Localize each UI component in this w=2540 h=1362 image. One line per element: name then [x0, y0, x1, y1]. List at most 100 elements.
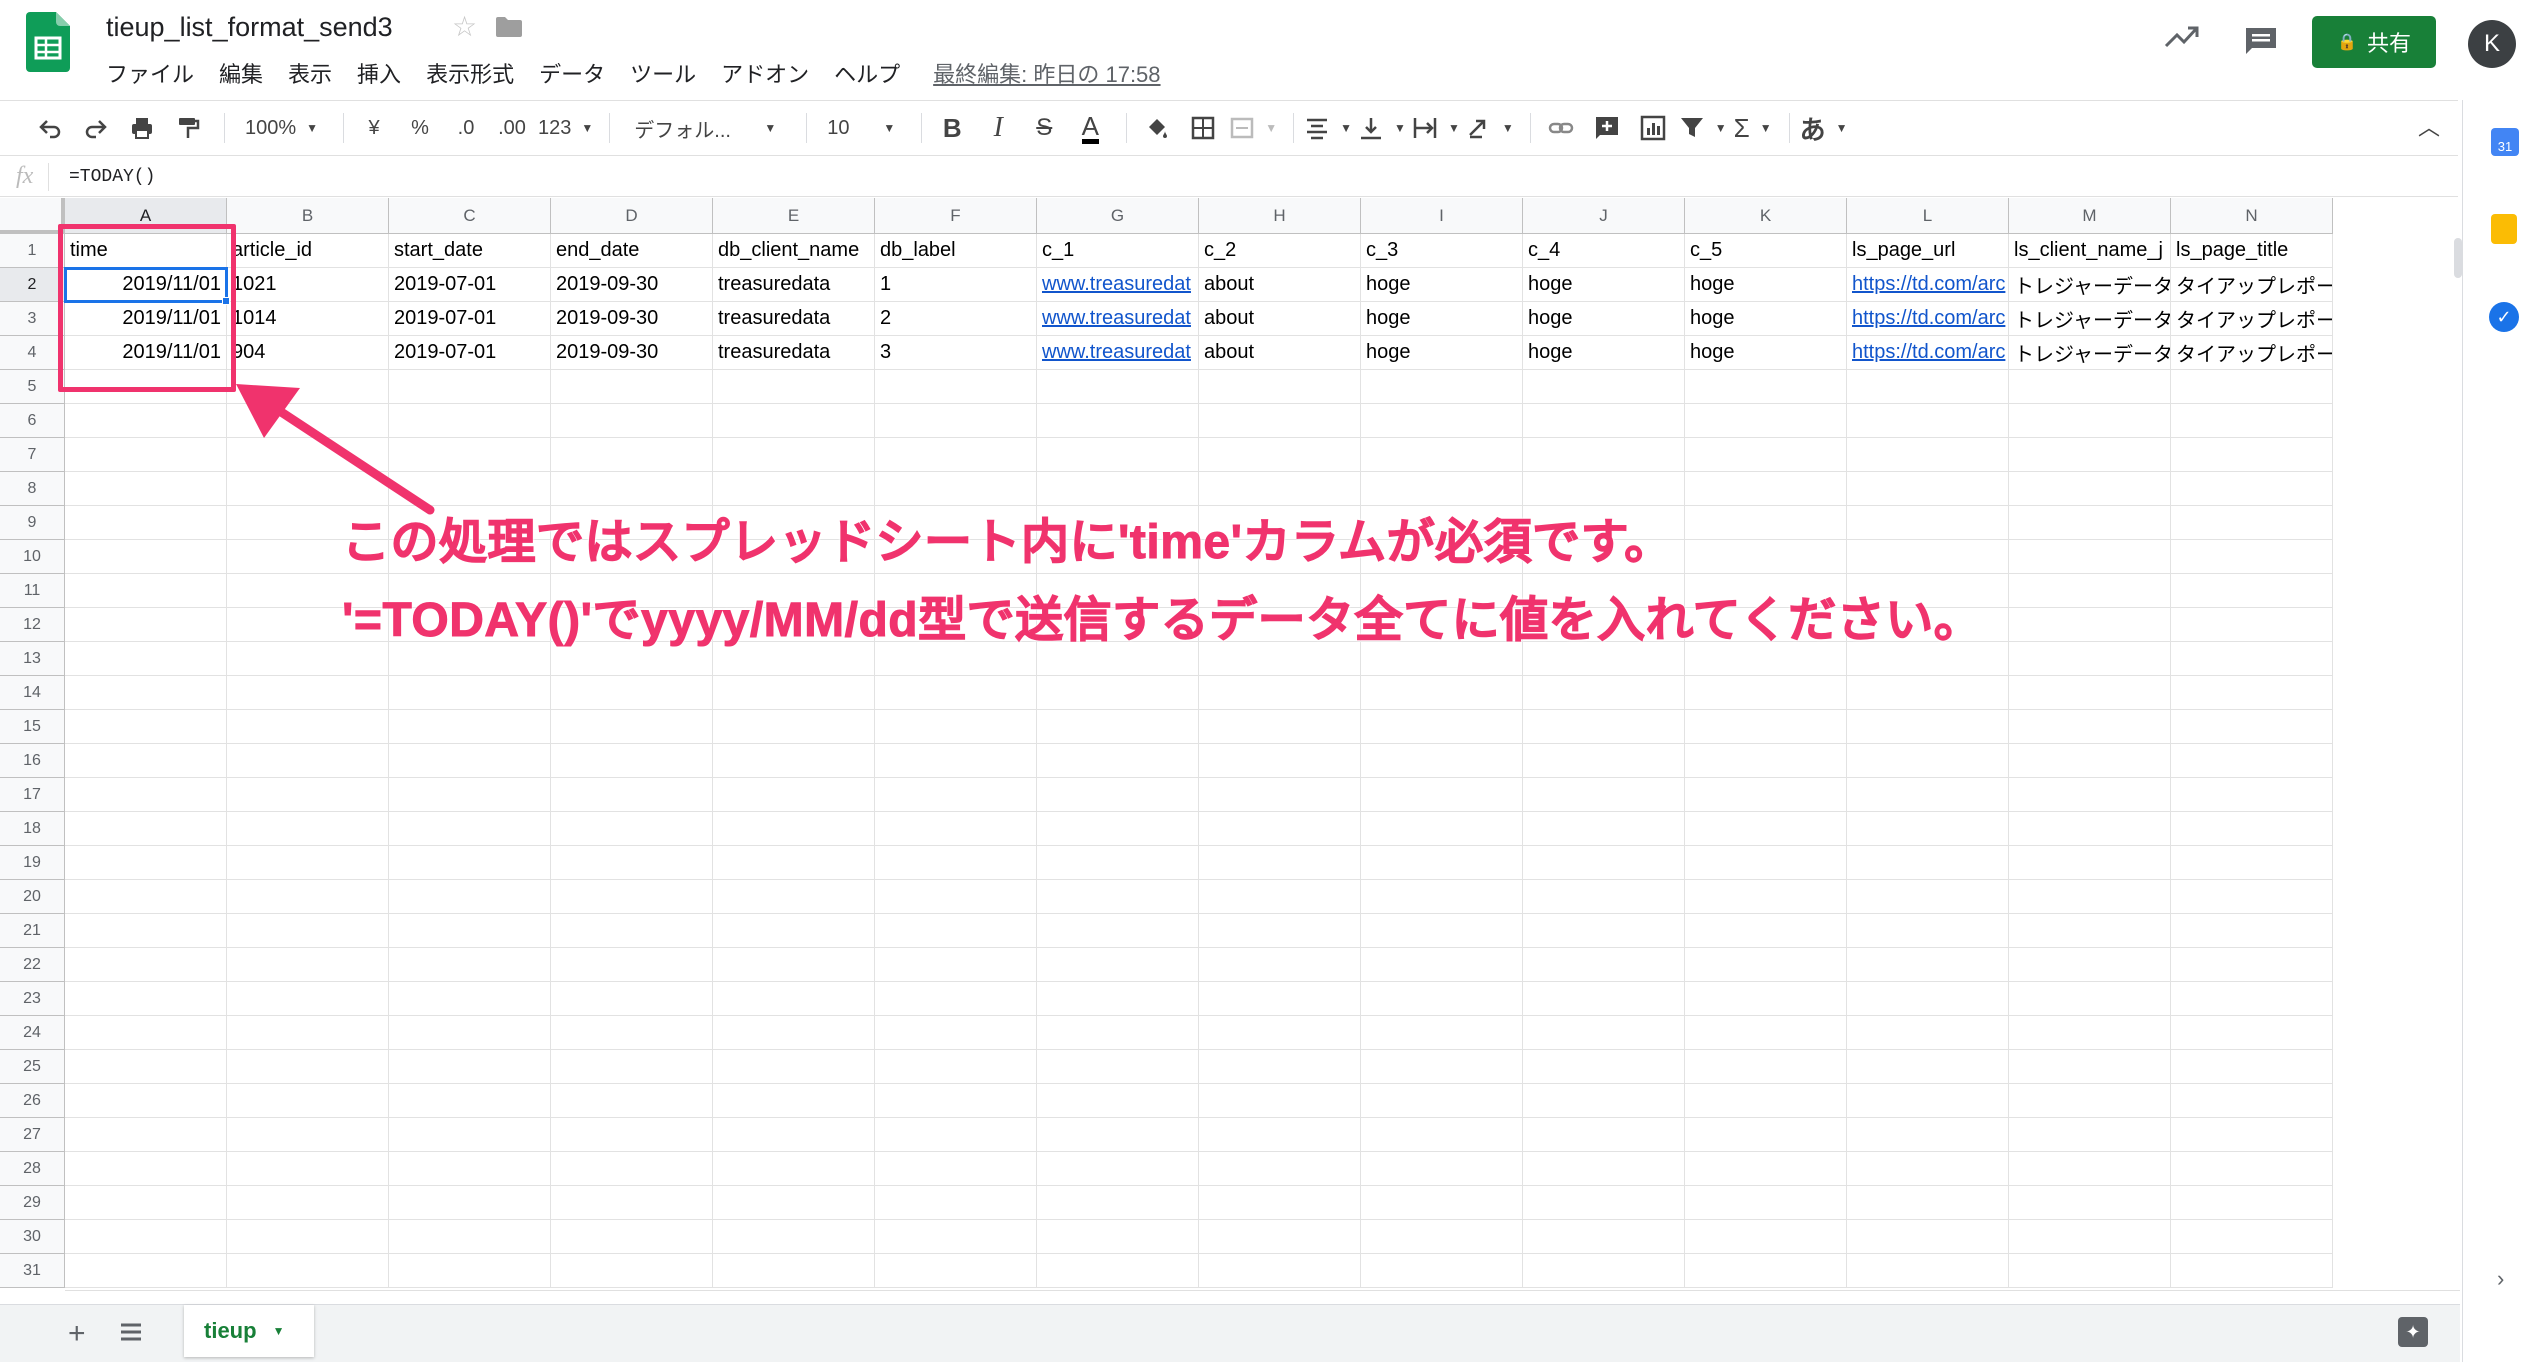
grid-cell[interactable]: [65, 1254, 227, 1288]
grid-cell[interactable]: [1847, 710, 2009, 744]
grid-cell[interactable]: [2171, 574, 2333, 608]
grid-cell[interactable]: [551, 778, 713, 812]
row-header[interactable]: 20: [0, 880, 65, 914]
row-header[interactable]: 26: [0, 1084, 65, 1118]
grid-cell[interactable]: [1523, 846, 1685, 880]
column-header[interactable]: C: [389, 198, 551, 234]
grid-cell[interactable]: [2009, 676, 2171, 710]
grid-cell[interactable]: [1685, 846, 1847, 880]
grid-cell[interactable]: [1199, 778, 1361, 812]
grid-cell[interactable]: [2009, 710, 2171, 744]
grid-cell[interactable]: [1361, 880, 1523, 914]
grid-cell[interactable]: [65, 1084, 227, 1118]
grid-cell[interactable]: [389, 914, 551, 948]
grid-cell[interactable]: [1361, 1016, 1523, 1050]
grid-cell[interactable]: [1037, 1254, 1199, 1288]
grid-cell[interactable]: [1523, 676, 1685, 710]
strikethrough-button[interactable]: S: [1024, 108, 1064, 148]
grid-cell[interactable]: [65, 812, 227, 846]
row-header[interactable]: 15: [0, 710, 65, 744]
grid-cell[interactable]: [713, 472, 875, 506]
column-header[interactable]: M: [2009, 198, 2171, 234]
menu-data[interactable]: データ: [539, 57, 605, 89]
grid-cell[interactable]: [1847, 778, 2009, 812]
grid-cell[interactable]: [227, 914, 389, 948]
grid-cell[interactable]: [1523, 438, 1685, 472]
grid-cell[interactable]: [2009, 574, 2171, 608]
grid-cell[interactable]: [551, 744, 713, 778]
grid-cell[interactable]: [875, 846, 1037, 880]
grid-cell[interactable]: [2009, 1220, 2171, 1254]
grid-cell[interactable]: [1523, 1050, 1685, 1084]
grid-cell[interactable]: [1685, 982, 1847, 1016]
grid-cell[interactable]: [875, 1016, 1037, 1050]
grid-cell[interactable]: [1847, 982, 2009, 1016]
grid-cell[interactable]: [1037, 744, 1199, 778]
print-icon[interactable]: [122, 108, 162, 148]
grid-cell[interactable]: [1685, 472, 1847, 506]
grid-cell[interactable]: [2171, 404, 2333, 438]
grid-cell[interactable]: [1523, 778, 1685, 812]
formula-input[interactable]: =TODAY(): [69, 167, 155, 187]
grid-cell[interactable]: タイアップレポー: [2171, 336, 2333, 370]
grid-cell[interactable]: [389, 778, 551, 812]
grid-cell[interactable]: [389, 982, 551, 1016]
grid-cell[interactable]: c_5: [1685, 234, 1847, 268]
menu-format[interactable]: 表示形式: [426, 57, 514, 89]
grid-cell[interactable]: [65, 1118, 227, 1152]
row-header[interactable]: 10: [0, 540, 65, 574]
grid-cell[interactable]: [1523, 472, 1685, 506]
paint-format-icon[interactable]: [168, 108, 208, 148]
grid-cell[interactable]: end_date: [551, 234, 713, 268]
grid-cell[interactable]: [2009, 812, 2171, 846]
grid-cell[interactable]: [875, 438, 1037, 472]
grid-cell[interactable]: [551, 710, 713, 744]
grid-cell[interactable]: [1847, 1016, 2009, 1050]
grid-cell[interactable]: [1685, 506, 1847, 540]
grid-cell[interactable]: [2171, 948, 2333, 982]
row-header[interactable]: 14: [0, 676, 65, 710]
column-header[interactable]: J: [1523, 198, 1685, 234]
redo-icon[interactable]: [76, 108, 116, 148]
grid-cell[interactable]: [1685, 1050, 1847, 1084]
grid-cell[interactable]: [713, 1050, 875, 1084]
row-header[interactable]: 30: [0, 1220, 65, 1254]
grid-cell[interactable]: [1199, 914, 1361, 948]
grid-cell[interactable]: www.treasuredat: [1037, 336, 1199, 370]
grid-cell[interactable]: [2171, 608, 2333, 642]
grid-cell[interactable]: [713, 778, 875, 812]
grid-cell[interactable]: [1199, 1220, 1361, 1254]
grid-cell[interactable]: [551, 982, 713, 1016]
grid-cell[interactable]: [389, 1220, 551, 1254]
grid-cell[interactable]: トレジャーデータ: [2009, 336, 2171, 370]
grid-cell[interactable]: [713, 710, 875, 744]
document-title[interactable]: tieup_list_format_send3: [106, 12, 393, 43]
grid-cell[interactable]: [1361, 1118, 1523, 1152]
text-rotation-icon[interactable]: ▼: [1466, 108, 1514, 148]
grid-cell[interactable]: [65, 1050, 227, 1084]
grid-cell[interactable]: [389, 1050, 551, 1084]
insert-chart-icon[interactable]: [1633, 108, 1673, 148]
row-header[interactable]: 27: [0, 1118, 65, 1152]
text-wrapping-icon[interactable]: ▼: [1412, 108, 1460, 148]
grid-cell[interactable]: [2171, 1050, 2333, 1084]
grid-cell[interactable]: start_date: [389, 234, 551, 268]
menu-file[interactable]: ファイル: [106, 57, 194, 89]
grid-cell[interactable]: [227, 1084, 389, 1118]
grid-cell[interactable]: [1361, 778, 1523, 812]
grid-cell[interactable]: [1847, 472, 2009, 506]
grid-cell[interactable]: [1685, 914, 1847, 948]
grid-cell[interactable]: [551, 1152, 713, 1186]
grid-cell[interactable]: 3: [875, 336, 1037, 370]
grid-cell[interactable]: [1523, 1186, 1685, 1220]
grid-cell[interactable]: [2009, 1016, 2171, 1050]
share-button[interactable]: 🔒 共有: [2312, 16, 2436, 68]
grid-cell[interactable]: [1361, 370, 1523, 404]
row-header[interactable]: 7: [0, 438, 65, 472]
grid-cell[interactable]: [227, 676, 389, 710]
more-formats-button[interactable]: 123 ▼: [538, 108, 593, 148]
grid-cell[interactable]: db_client_name: [713, 234, 875, 268]
grid-cell[interactable]: [65, 1152, 227, 1186]
grid-cell[interactable]: [1037, 880, 1199, 914]
grid-cell[interactable]: [2009, 642, 2171, 676]
